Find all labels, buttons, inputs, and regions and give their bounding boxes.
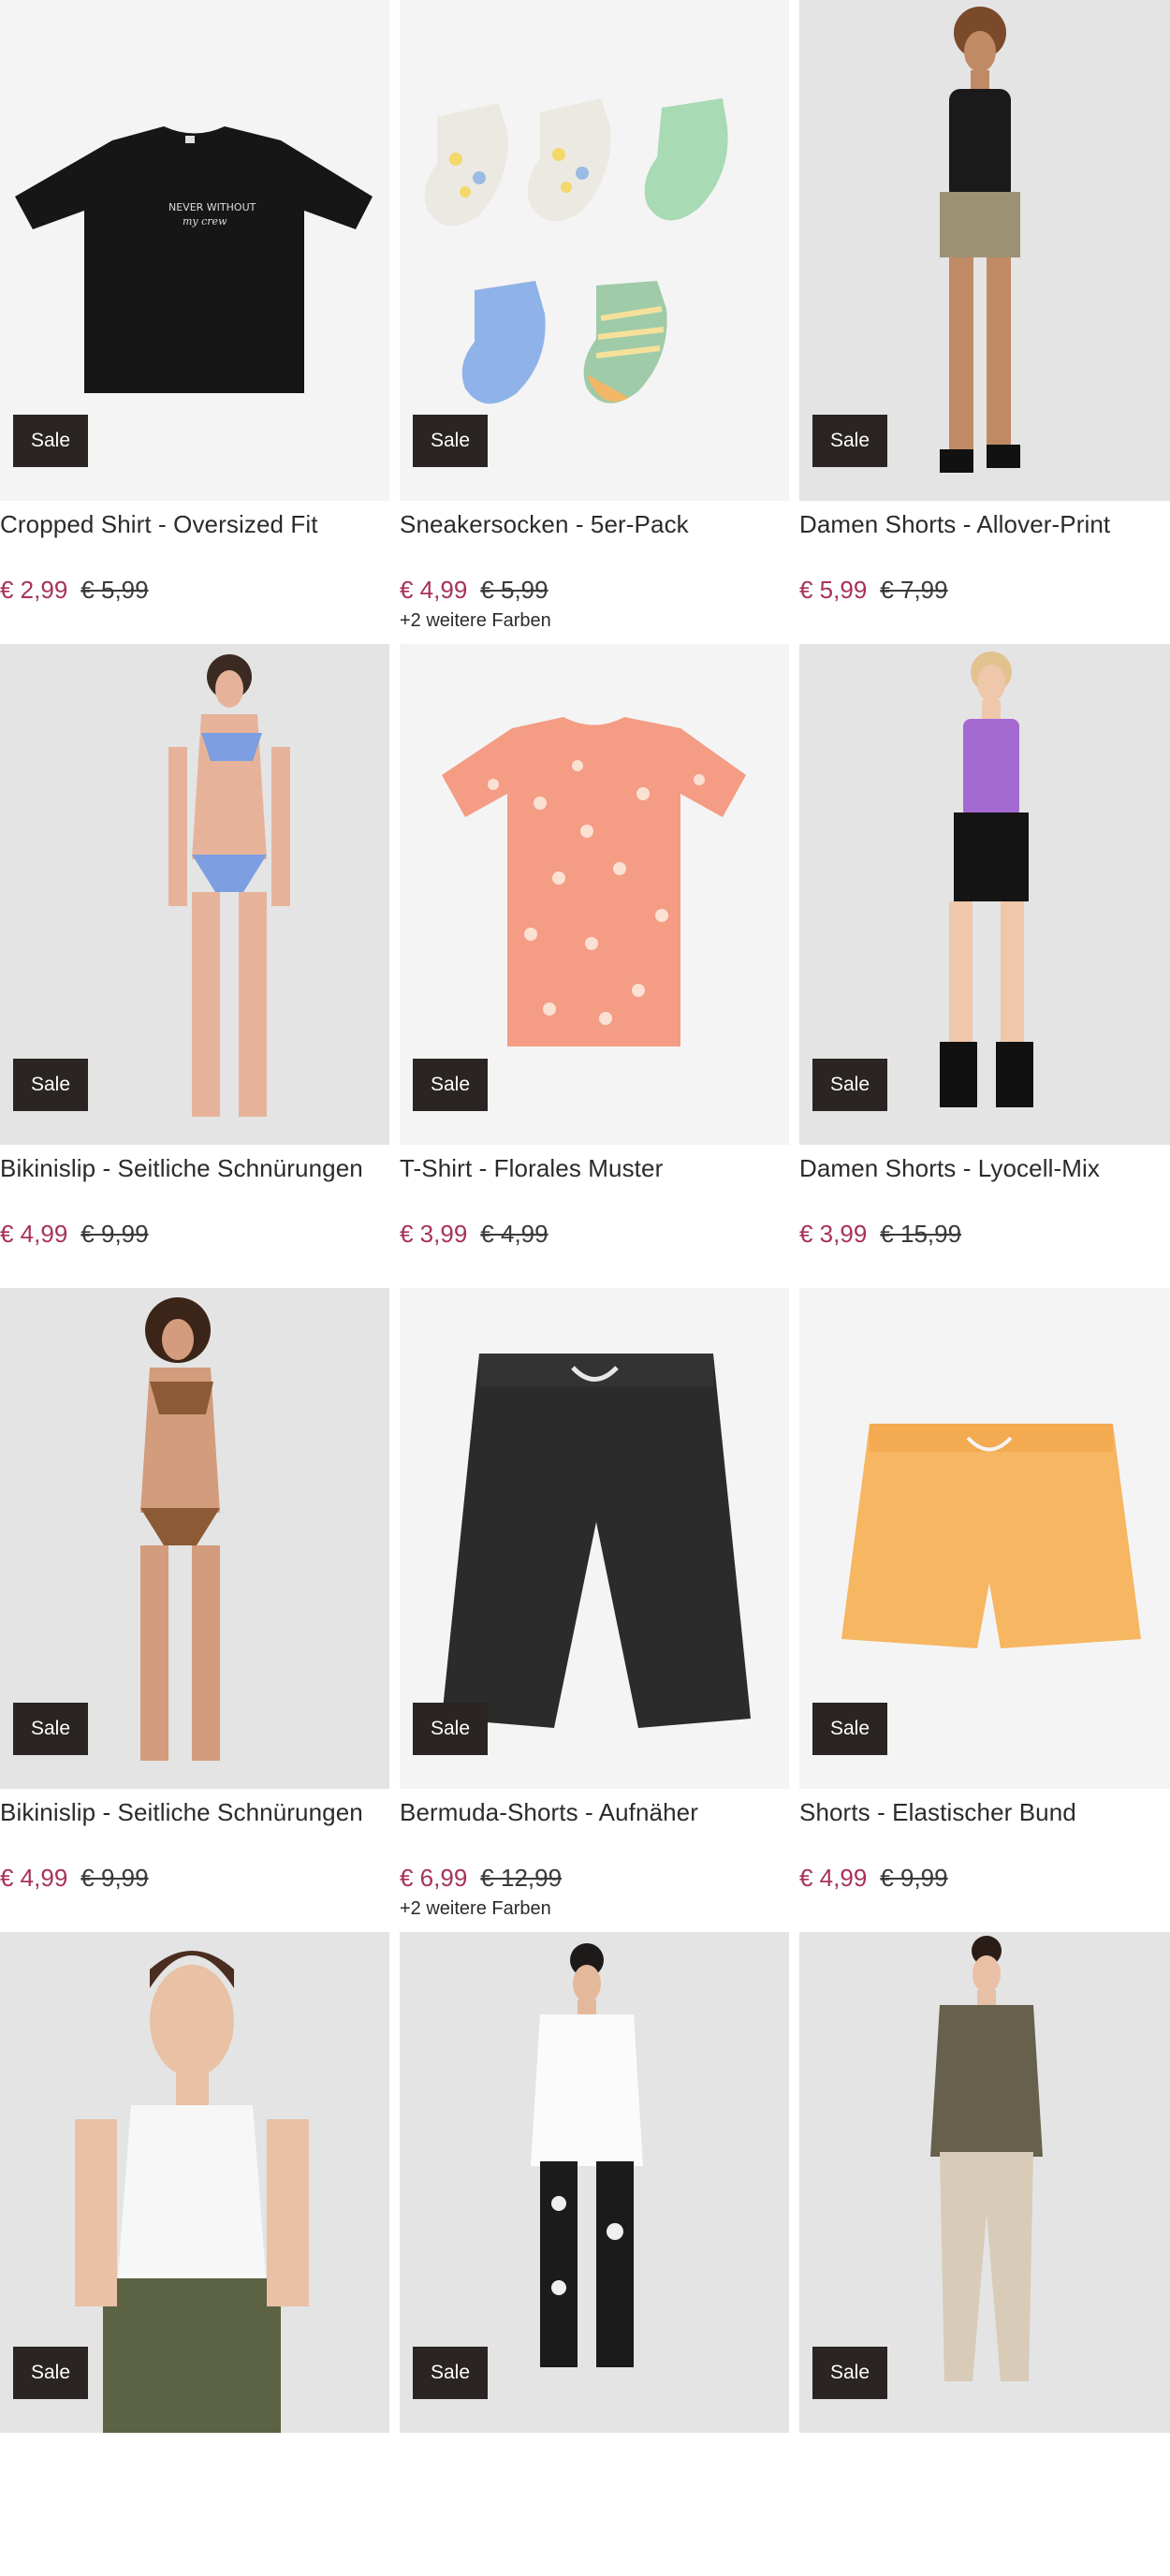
product-title[interactable]: Damen Shorts - Allover-Print <box>799 509 1170 539</box>
product-card[interactable]: Sale <box>400 1932 789 2576</box>
sale-price: € 4,99 <box>0 1864 68 1892</box>
product-card[interactable]: Sale Bikinislip - Seitliche Schnürungen … <box>0 644 389 1288</box>
old-price: € 4,99 <box>480 1220 548 1248</box>
product-card[interactable]: Sale Damen Shorts - Lyocell-Mix € 3,99 € … <box>799 644 1170 1288</box>
product-card[interactable]: Sale <box>0 1932 389 2576</box>
model-black-shorts-image[interactable]: Sale <box>799 644 1170 1145</box>
more-colors-note[interactable]: +2 weitere Farben <box>400 1896 789 1921</box>
black-tshirt-image[interactable]: NEVER WITHOUT my crew Sale <box>0 0 389 501</box>
product-card[interactable]: Sale <box>799 1932 1170 2576</box>
sale-badge: Sale <box>812 1059 887 1111</box>
sale-badge: Sale <box>413 1703 488 1755</box>
product-card[interactable]: Sale Shorts - Elastischer Bund € 4,99 € 9… <box>799 1288 1170 1932</box>
sale-badge: Sale <box>413 1059 488 1111</box>
product-title[interactable]: T-Shirt - Florales Muster <box>400 1153 789 1183</box>
more-colors-note[interactable]: +2 weitere Farben <box>400 608 789 633</box>
model-white-tee-leggings-image[interactable]: Sale <box>400 1932 789 2433</box>
price-row: € 4,99 € 9,99 <box>799 1863 1170 1893</box>
model-olive-tee-image[interactable]: Sale <box>799 1932 1170 2433</box>
sale-price: € 3,99 <box>400 1220 468 1248</box>
sale-badge: Sale <box>13 1703 88 1755</box>
yellow-shorts-image[interactable]: Sale <box>799 1288 1170 1789</box>
socks-pack-image[interactable]: Sale <box>400 0 789 501</box>
product-title[interactable]: Bermuda-Shorts - Aufnäher <box>400 1797 789 1827</box>
black-bermuda-image[interactable]: Sale <box>400 1288 789 1789</box>
sale-price: € 3,99 <box>799 1220 868 1248</box>
product-title[interactable]: Shorts - Elastischer Bund <box>799 1797 1170 1827</box>
product-title[interactable]: Bikinislip - Seitliche Schnürungen <box>0 1153 389 1183</box>
product-card[interactable]: NEVER WITHOUT my crew Sale Cropped Shirt… <box>0 0 389 644</box>
price-row: € 5,99 € 7,99 <box>799 575 1170 605</box>
product-card[interactable]: Sale T-Shirt - Florales Muster € 3,99 € 4… <box>400 644 789 1288</box>
product-card[interactable]: Sale Bikinislip - Seitliche Schnürungen … <box>0 1288 389 1932</box>
sale-price: € 4,99 <box>400 576 468 604</box>
product-grid: NEVER WITHOUT my crew Sale Cropped Shirt… <box>0 0 1170 2433</box>
sale-price: € 6,99 <box>400 1864 468 1892</box>
product-card[interactable]: Sale Damen Shorts - Allover-Print € 5,99… <box>799 0 1170 644</box>
old-price: € 7,99 <box>880 576 948 604</box>
model-shorts-image[interactable]: Sale <box>799 0 1170 501</box>
sale-price: € 5,99 <box>799 576 868 604</box>
price-row: € 3,99 € 15,99 <box>799 1219 1170 1249</box>
old-price: € 12,99 <box>480 1864 563 1892</box>
price-row: € 2,99 € 5,99 <box>0 575 389 605</box>
floral-tshirt-image[interactable]: Sale <box>400 644 789 1145</box>
price-row: € 4,99 € 9,99 <box>0 1219 389 1249</box>
sale-badge: Sale <box>13 2347 88 2399</box>
price-row: € 3,99 € 4,99 <box>400 1219 789 1249</box>
product-card[interactable]: Sale Sneakersocken - 5er-Pack € 4,99 € 5,… <box>400 0 789 644</box>
product-card[interactable]: Sale Bermuda-Shorts - Aufnäher € 6,99 € 1… <box>400 1288 789 1932</box>
price-row: € 4,99 € 9,99 <box>0 1863 389 1893</box>
model-white-top-image[interactable]: Sale <box>0 1932 389 2433</box>
product-title[interactable]: Bikinislip - Seitliche Schnürungen <box>0 1797 389 1827</box>
sale-price: € 4,99 <box>799 1864 868 1892</box>
old-price: € 9,99 <box>80 1220 149 1248</box>
product-title[interactable]: Sneakersocken - 5er-Pack <box>400 509 789 539</box>
price-row: € 6,99 € 12,99 <box>400 1863 789 1893</box>
old-price: € 9,99 <box>880 1864 948 1892</box>
old-price: € 5,99 <box>80 576 149 604</box>
old-price: € 15,99 <box>880 1220 962 1248</box>
sale-badge: Sale <box>812 2347 887 2399</box>
sale-badge: Sale <box>413 415 488 467</box>
sale-price: € 4,99 <box>0 1220 68 1248</box>
product-title[interactable]: Damen Shorts - Lyocell-Mix <box>799 1153 1170 1183</box>
svg-text:my crew: my crew <box>183 215 227 227</box>
sale-badge: Sale <box>812 415 887 467</box>
sale-badge: Sale <box>13 415 88 467</box>
sale-badge: Sale <box>812 1703 887 1755</box>
svg-text:NEVER WITHOUT: NEVER WITHOUT <box>168 201 256 213</box>
old-price: € 9,99 <box>80 1864 149 1892</box>
old-price: € 5,99 <box>480 576 548 604</box>
product-title[interactable]: Cropped Shirt - Oversized Fit <box>0 509 389 539</box>
model-bikini-leo-image[interactable]: Sale <box>0 1288 389 1789</box>
sale-badge: Sale <box>13 1059 88 1111</box>
price-row: € 4,99 € 5,99 <box>400 575 789 605</box>
sale-price: € 2,99 <box>0 576 68 604</box>
sale-badge: Sale <box>413 2347 488 2399</box>
model-bikini-blue-image[interactable]: Sale <box>0 644 389 1145</box>
